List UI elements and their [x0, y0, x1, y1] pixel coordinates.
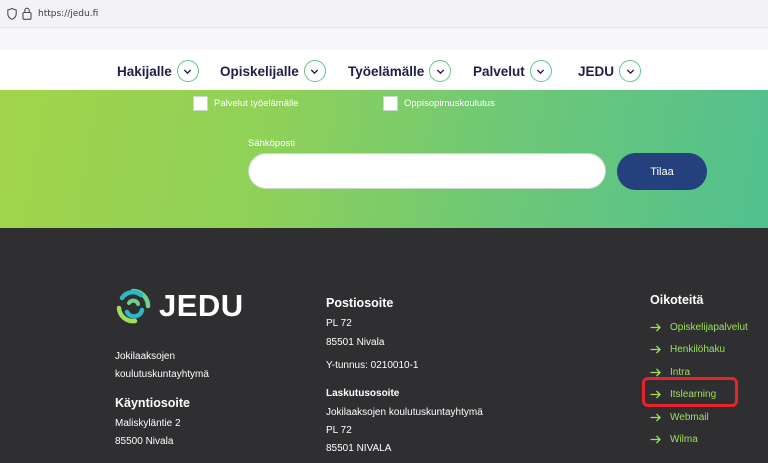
chevron-down-icon[interactable] — [429, 60, 452, 82]
nav-item-opiskelijalle[interactable]: Opiskelijalle — [220, 59, 326, 83]
address-line: 85500 Nivala — [115, 436, 174, 447]
shortcut-label: Opiskelijapalvelut — [670, 321, 748, 333]
nav-item-jedu[interactable]: JEDU — [578, 59, 642, 83]
arrow-right-icon — [650, 368, 661, 377]
arrow-right-icon — [650, 435, 661, 444]
invoicing-address: Jokilaaksojen koulutuskuntayhtymä PL 72 … — [326, 404, 483, 458]
chevron-down-icon[interactable] — [529, 60, 552, 82]
postal-address-heading: Postiosoite — [326, 296, 394, 310]
visit-address-heading: Käyntiosoite — [115, 396, 191, 410]
footer: JEDU Jokilaaksojen koulutuskuntayhtymä K… — [0, 228, 768, 463]
nav-item-palvelut[interactable]: Palvelut — [473, 59, 552, 83]
nav-item-label: Hakijalle — [117, 63, 172, 79]
shortcuts-heading: Oikoteitä — [650, 293, 704, 307]
logo-text: JEDU — [159, 288, 244, 323]
shortcut-link-henkilohaku[interactable]: Henkilöhaku — [650, 339, 748, 362]
email-label: Sähköposti — [248, 138, 296, 149]
address-line: 85501 Nivala — [326, 337, 385, 348]
nav-item-tyoelamalle[interactable]: Työelämälle — [348, 59, 452, 83]
nav-item-label: Palvelut — [473, 63, 525, 79]
org-line: koulutuskuntayhtymä — [115, 369, 209, 380]
checkbox-oppisopimuskoulutus[interactable]: Oppisopimuskoulutus — [383, 96, 495, 111]
address-line: Maliskyläntie 2 — [115, 418, 181, 429]
jedu-logo[interactable]: JEDU — [115, 288, 244, 324]
checkbox[interactable] — [383, 96, 398, 111]
address-line: PL 72 — [326, 425, 352, 436]
business-id: Y-tunnus: 0210010-1 — [326, 360, 419, 371]
address-line: Jokilaaksojen koulutuskuntayhtymä — [326, 407, 483, 418]
email-input[interactable] — [248, 153, 606, 189]
org-line: Jokilaaksojen — [115, 351, 176, 362]
shortcut-link-opiskelijapalvelut[interactable]: Opiskelijapalvelut — [650, 316, 748, 339]
shortcut-link-wilma[interactable]: Wilma — [650, 429, 748, 452]
nav-item-label: Opiskelijalle — [220, 63, 299, 79]
newsletter-section: Palvelut työelämälle Oppisopimuskoulutus… — [0, 90, 768, 228]
lock-icon — [22, 7, 32, 20]
shortcut-label: Henkilöhaku — [670, 344, 726, 356]
subscribe-button[interactable]: Tilaa — [617, 153, 707, 190]
itslearning-highlight-box — [642, 377, 738, 407]
chevron-down-icon[interactable] — [176, 60, 199, 82]
org-name: Jokilaaksojen koulutuskuntayhtymä — [115, 348, 209, 384]
jedu-logo-icon — [116, 288, 151, 324]
chevron-down-icon[interactable] — [303, 60, 326, 82]
address-line: 85501 NIVALA — [326, 443, 392, 454]
checkbox[interactable] — [193, 96, 208, 111]
invoicing-address-heading: Laskutusosoite — [326, 388, 400, 399]
nav-item-label: JEDU — [578, 63, 615, 79]
chevron-down-icon[interactable] — [619, 60, 642, 82]
top-strip — [0, 28, 768, 50]
main-nav: Hakijalle Opiskelijalle Työelämälle Palv… — [0, 50, 768, 90]
checkbox-palvelut-tyoelamalle[interactable]: Palvelut työelämälle — [193, 96, 299, 111]
shortcut-label: Wilma — [670, 434, 698, 446]
arrow-right-icon — [650, 323, 661, 332]
nav-item-label: Työelämälle — [348, 63, 425, 79]
nav-item-hakijalle[interactable]: Hakijalle — [117, 59, 199, 83]
checkbox-label: Oppisopimuskoulutus — [404, 98, 495, 109]
shield-icon — [7, 8, 17, 20]
arrow-right-icon — [650, 413, 661, 422]
address-line: PL 72 — [326, 318, 352, 329]
url-text[interactable]: https://jedu.fi — [38, 9, 98, 19]
shortcut-link-webmail[interactable]: Webmail — [650, 406, 748, 429]
shortcut-label: Webmail — [670, 411, 709, 423]
arrow-right-icon — [650, 345, 661, 354]
checkbox-label: Palvelut työelämälle — [214, 98, 299, 109]
browser-url-bar[interactable]: https://jedu.fi — [0, 0, 768, 28]
visit-address: Maliskyläntie 2 85500 Nivala — [115, 415, 181, 451]
postal-address: PL 72 85501 Nivala — [326, 314, 384, 352]
